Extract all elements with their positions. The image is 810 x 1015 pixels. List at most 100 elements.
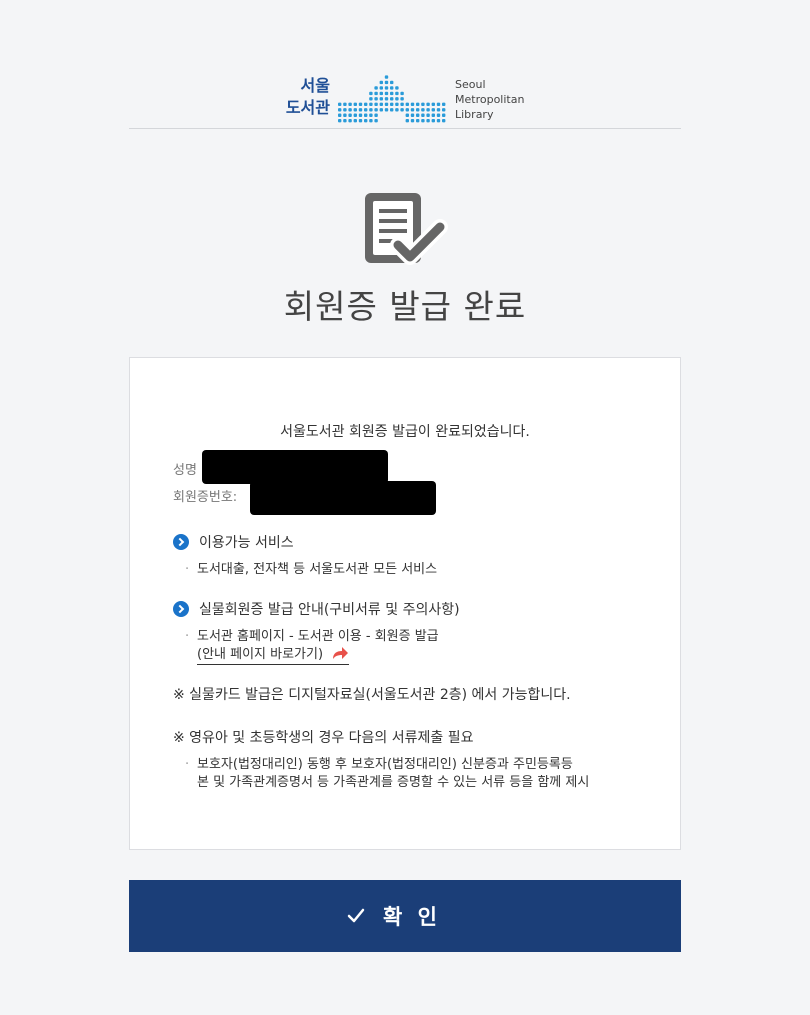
logo-dot xyxy=(384,108,389,112)
confirm-button[interactable]: 확 인 xyxy=(129,880,681,952)
logo-dot xyxy=(353,113,357,117)
logo-dot xyxy=(364,102,368,107)
logo-dot xyxy=(384,75,389,79)
logo-dot xyxy=(338,113,342,117)
logo-dot xyxy=(369,91,373,96)
child-documents-note: ※ 영유아 및 초등학생의 경우 다음의 서류제출 필요 xyxy=(173,730,474,746)
logo-dot xyxy=(416,102,420,107)
section-available-services: 이용가능 서비스 xyxy=(173,532,294,552)
logo-dot xyxy=(416,119,420,123)
logo-dot xyxy=(369,108,373,112)
logo-dot xyxy=(421,108,425,112)
logo-dot xyxy=(410,119,415,123)
logo-dot xyxy=(343,119,347,123)
logo-dot xyxy=(431,108,435,112)
logo-dot xyxy=(358,102,363,107)
logo-dot xyxy=(343,102,347,107)
completion-message: 서울도서관 회원증 발급이 완료되었습니다. xyxy=(280,424,530,440)
logo-dot xyxy=(369,119,373,123)
logo-dot xyxy=(343,113,347,117)
name-label: 성명 xyxy=(173,463,197,478)
logo-dot xyxy=(400,108,404,112)
logo-dot xyxy=(426,119,430,123)
logo-dot xyxy=(400,102,404,107)
logo-dot xyxy=(369,102,373,107)
logo-dot xyxy=(343,108,347,112)
logo-dot xyxy=(384,80,389,85)
logo-dot xyxy=(395,102,399,107)
logo-dot xyxy=(436,102,441,107)
logo-dot xyxy=(384,86,389,90)
logo-dot xyxy=(442,102,446,107)
logo-dot xyxy=(384,97,389,101)
logo-dot xyxy=(395,108,399,112)
guide-page-link[interactable]: (안내 페이지 바로가기) xyxy=(197,643,350,665)
logo-dot xyxy=(436,113,441,117)
logo-dot xyxy=(338,108,342,112)
logo-dot xyxy=(431,113,435,117)
logo-dot xyxy=(374,91,378,96)
section-physical-card-guide: 실물회원증 발급 안내(구비서류 및 주의사항) xyxy=(173,599,460,619)
library-building-icon xyxy=(338,75,446,123)
logo-dot xyxy=(358,108,363,112)
logo-dot xyxy=(416,113,420,117)
logo-dot xyxy=(405,102,409,107)
logo-dot xyxy=(416,108,420,112)
logo-dot xyxy=(421,113,425,117)
logo-dot xyxy=(410,108,415,112)
logo-dot xyxy=(338,102,342,107)
header: 서울 도서관 Seoul Metropolitan Library xyxy=(129,40,681,129)
logo-dot xyxy=(369,97,373,101)
logo-dot xyxy=(405,113,409,117)
logo-dot xyxy=(390,86,394,90)
logo-dot xyxy=(390,97,394,101)
list-item: · 보호자(법정대리인) 동행 후 보호자(법정대리인) 신분증과 주민등록등 xyxy=(185,757,573,772)
logo-dot xyxy=(353,102,357,107)
chevron-right-circle-icon xyxy=(173,534,189,550)
document-check-icon xyxy=(365,193,448,265)
logo-dot xyxy=(390,102,394,107)
logo-dot xyxy=(364,108,368,112)
logo-dot xyxy=(390,91,394,96)
logo-korean-text: 서울 도서관 xyxy=(285,76,330,117)
logo-dot xyxy=(426,102,430,107)
list-item-continued: 본 및 가족관계증명서 등 가족관계를 증명할 수 있는 서류 등을 함께 제시 xyxy=(197,775,590,790)
card-number-label: 회원증번호: xyxy=(173,490,238,505)
logo-dot xyxy=(374,102,378,107)
logo-dot xyxy=(426,108,430,112)
logo-dot xyxy=(379,97,383,101)
logo-dot xyxy=(353,108,357,112)
logo-dot xyxy=(379,108,383,112)
logo-dot xyxy=(390,108,394,112)
logo-dot xyxy=(364,119,368,123)
logo-dot xyxy=(410,102,415,107)
logo-dot xyxy=(421,102,425,107)
logo-dot xyxy=(384,91,389,96)
logo-dot xyxy=(431,102,435,107)
logo-dot xyxy=(364,113,368,117)
chevron-right-circle-icon xyxy=(173,601,189,617)
logo-dot xyxy=(400,97,404,101)
logo-dot xyxy=(348,119,352,123)
seoul-library-logo[interactable]: 서울 도서관 Seoul Metropolitan Library xyxy=(278,55,538,125)
logo-dot xyxy=(379,102,383,107)
logo-dot xyxy=(436,119,441,123)
logo-dot xyxy=(426,113,430,117)
logo-dot xyxy=(358,119,363,123)
logo-dot xyxy=(442,119,446,123)
issue-result-card: 서울도서관 회원증 발급이 완료되었습니다. 성명 회원증번호: 이용가능 서비… xyxy=(129,357,681,850)
logo-dot xyxy=(374,113,378,117)
logo-dot xyxy=(379,80,383,85)
logo-dot xyxy=(431,119,435,123)
logo-dot xyxy=(348,102,352,107)
list-item: · 도서관 홈페이지 - 도서관 이용 - 회원증 발급 xyxy=(185,629,439,644)
logo-dot xyxy=(395,91,399,96)
logo-dot xyxy=(348,113,352,117)
list-item: · 도서대출, 전자책 등 서울도서관 모든 서비스 xyxy=(185,562,438,577)
logo-dot xyxy=(374,119,378,123)
logo-dot xyxy=(358,113,363,117)
logo-dot xyxy=(384,102,389,107)
logo-dot xyxy=(395,97,399,101)
logo-dot xyxy=(390,80,394,85)
logo-dot xyxy=(442,113,446,117)
